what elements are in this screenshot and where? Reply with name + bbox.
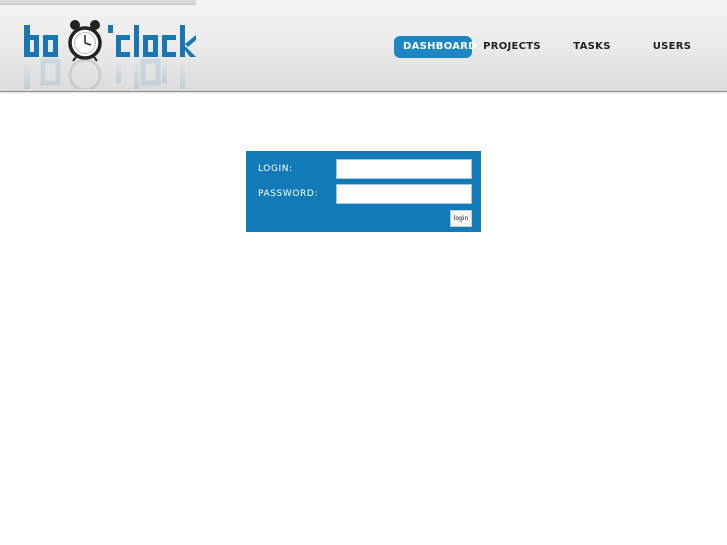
nav-users[interactable]: USERS: [632, 36, 712, 58]
login-label: LOGIN:: [258, 164, 293, 174]
nav-tasks[interactable]: TASKS: [552, 36, 632, 58]
site-header: DASHBOARD PROJECTS TASKS USERS: [0, 0, 727, 92]
login-button[interactable]: login: [450, 210, 472, 227]
logo-image: [24, 20, 196, 89]
password-label: PASSWORD:: [258, 189, 319, 199]
top-strip: [0, 0, 196, 5]
login-input[interactable]: [336, 159, 472, 179]
logo[interactable]: [24, 17, 204, 89]
main-nav: DASHBOARD PROJECTS TASKS USERS: [394, 36, 712, 58]
password-input[interactable]: [336, 184, 472, 204]
nav-dashboard[interactable]: DASHBOARD: [394, 36, 477, 58]
alarm-clock-icon: [68, 20, 102, 62]
login-panel: LOGIN: PASSWORD: login: [246, 151, 481, 232]
nav-projects[interactable]: PROJECTS: [472, 36, 552, 58]
